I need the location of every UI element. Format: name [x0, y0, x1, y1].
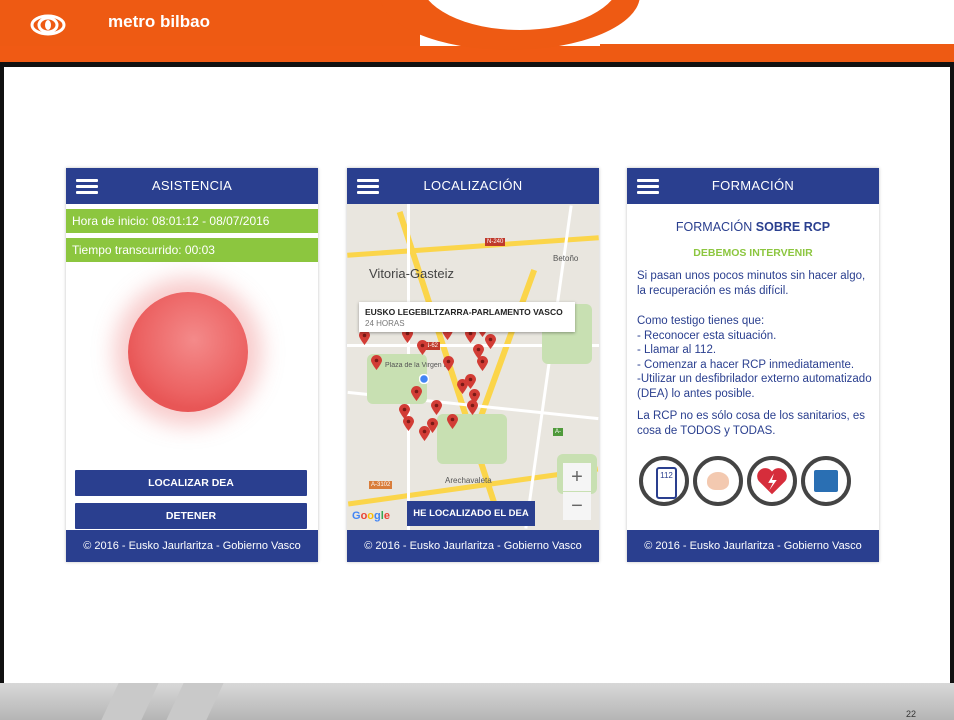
- elapsed-time-row: Tiempo transcurrido: 00:03: [66, 238, 318, 262]
- zoom-in-button[interactable]: +: [563, 463, 591, 491]
- header-band: [600, 44, 954, 62]
- road-tag: A-: [553, 428, 563, 436]
- betono-label: Betoño: [553, 254, 579, 263]
- city-label: Vitoria-Gasteiz: [369, 266, 455, 281]
- heading-bold: SOBRE RCP: [755, 220, 831, 234]
- road-tag: A-3102: [369, 481, 393, 489]
- brand-name: metro bilbao: [108, 12, 211, 31]
- heading-prefix: FORMACIÓN: [675, 220, 753, 234]
- formacion-heading: FORMACIÓN SOBRE RCP: [627, 220, 879, 234]
- defibrillator-heart-icon: [747, 456, 797, 506]
- road-tag: N-240: [485, 238, 506, 246]
- detener-button[interactable]: DETENER: [75, 503, 307, 529]
- dea-pin-icon[interactable]: [371, 355, 382, 370]
- he-localizado-button[interactable]: HE LOCALIZADO EL DEA: [407, 501, 535, 526]
- formacion-paragraph-2: La RCP no es sólo cosa de los sanitarios…: [637, 410, 865, 437]
- formacion-appbar: FORMACIÓN: [627, 168, 879, 204]
- slide-frame-right: [950, 62, 954, 692]
- dea-pin-icon[interactable]: [417, 340, 428, 355]
- dea-pin-icon[interactable]: [485, 334, 496, 349]
- plaza-label: Plaza de la Virgen Blanca: [385, 362, 451, 369]
- dea-pin-icon[interactable]: [427, 418, 438, 433]
- chain-of-survival: 112: [637, 454, 869, 512]
- dea-pin-icon[interactable]: [431, 400, 442, 415]
- dea-pin-icon[interactable]: [465, 374, 476, 389]
- formacion-screen: FORMACIÓN FORMACIÓN SOBRE RCP DEBEMOS IN…: [627, 168, 879, 562]
- asistencia-appbar: ASISTENCIA: [66, 168, 318, 204]
- witness-intro: Como testigo tienes que:: [637, 315, 765, 327]
- asistencia-title: ASISTENCIA: [151, 178, 233, 193]
- witness-list: Como testigo tienes que: - Reconocer est…: [637, 314, 877, 401]
- localizacion-title: LOCALIZACIÓN: [423, 178, 523, 193]
- metro-logo-icon: [30, 14, 66, 36]
- dea-pin-icon[interactable]: [467, 400, 478, 415]
- dea-pin-icon[interactable]: [443, 356, 454, 371]
- popup-title: EUSKO LEGEBILTZARRA-PARLAMENTO VASCO: [365, 307, 563, 317]
- current-location-icon: [419, 374, 429, 384]
- location-popup[interactable]: EUSKO LEGEBILTZARRA-PARLAMENTO VASCO 24 …: [359, 302, 575, 332]
- witness-step: - Reconocer esta situación.: [637, 329, 777, 342]
- cpr-hands-icon: [693, 456, 743, 506]
- asistencia-screen: ASISTENCIA Hora de inicio: 08:01:12 - 08…: [66, 168, 318, 562]
- ambulance-bed-icon: [801, 456, 851, 506]
- phone-112-label: 112: [656, 467, 677, 499]
- phone-112-icon: 112: [639, 456, 689, 506]
- heart-svg: [757, 468, 787, 495]
- formacion-subheading: DEBEMOS INTERVENIR: [693, 247, 813, 257]
- slide-header: metro bilbao: [0, 0, 954, 62]
- arechavaleta-label: Arechavaleta: [445, 476, 492, 485]
- witness-step: - Llamar al 112.: [637, 344, 717, 356]
- dea-pin-icon[interactable]: [411, 386, 422, 401]
- start-time-row: Hora de inicio: 08:01:12 - 08/07/2016: [66, 209, 318, 233]
- page-number: 22: [905, 709, 916, 719]
- map-view[interactable]: Vitoria-Gasteiz Betoño Arechavaleta Plaz…: [347, 204, 599, 530]
- witness-step: - Comenzar a hacer RCP inmediatamente.: [637, 358, 855, 371]
- bed-shape: [814, 470, 838, 492]
- dea-pin-icon[interactable]: [477, 356, 488, 371]
- asistencia-footer: © 2016 - Eusko Jaurlaritza - Gobierno Va…: [66, 530, 318, 562]
- formacion-paragraph-1: Si pasan unos pocos minutos sin hacer al…: [637, 270, 866, 297]
- slide-frame-left: [0, 62, 4, 692]
- localizar-dea-button[interactable]: LOCALIZAR DEA: [75, 470, 307, 496]
- header-divider: [0, 62, 954, 67]
- formacion-title: FORMACIÓN: [711, 178, 795, 193]
- localizacion-appbar: LOCALIZACIÓN: [347, 168, 599, 204]
- dea-pin-icon[interactable]: [359, 330, 370, 345]
- localizacion-footer: © 2016 - Eusko Jaurlaritza - Gobierno Va…: [347, 530, 599, 562]
- localizacion-screen: LOCALIZACIÓN Vitoria-Gasteiz Betoño Arec…: [347, 168, 599, 562]
- zoom-out-button[interactable]: −: [563, 492, 591, 520]
- popup-subtitle: 24 HORAS: [365, 319, 405, 328]
- formacion-footer: © 2016 - Eusko Jaurlaritza - Gobierno Va…: [627, 530, 879, 562]
- google-logo: Google: [352, 510, 390, 522]
- dea-pin-icon[interactable]: [403, 416, 414, 431]
- hands-shape: [707, 472, 729, 490]
- dea-pin-icon[interactable]: [447, 414, 458, 429]
- witness-step: -Utilizar un desfibrilador externo autom…: [637, 373, 872, 400]
- alert-button[interactable]: [128, 292, 248, 412]
